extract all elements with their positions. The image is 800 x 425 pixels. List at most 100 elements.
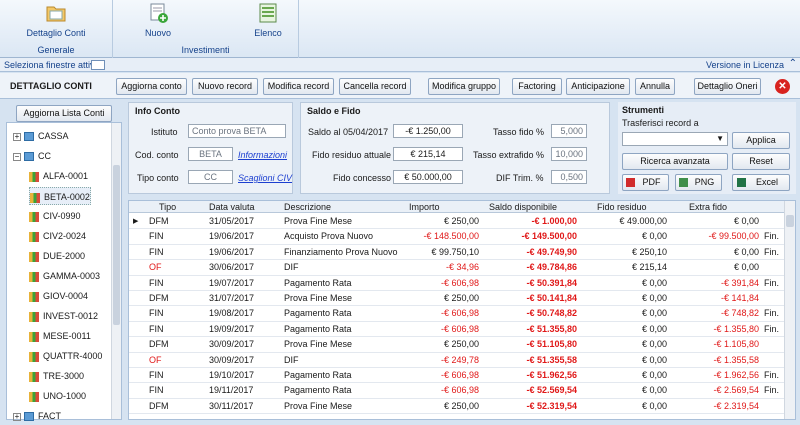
dettaglio-conti-ribbon-button[interactable]: Dettaglio Conti — [4, 2, 108, 38]
table-row[interactable]: FIN 19/06/2017 Acquisto Prova Nuovo -€ 148.… — [129, 229, 785, 245]
table-row[interactable]: FIN 19/08/2017 Pagamento Rata -€ 606,98 -€ 5… — [129, 306, 785, 322]
table-row[interactable]: FIN 19/09/2017 Pagamento Rata -€ 606,98 -€ 5… — [129, 322, 785, 338]
png-export-button[interactable]: PNG — [675, 174, 722, 191]
tree-node[interactable]: QUATTR-4000 — [29, 347, 102, 365]
cancella-record-button[interactable]: Cancella record — [339, 78, 411, 95]
pdf-icon — [626, 178, 635, 187]
tree-node[interactable]: + CASSA — [13, 127, 69, 145]
tree-node-label: ALFA-0001 — [43, 171, 89, 181]
ricerca-avanzata-button[interactable]: Ricerca avanzata — [622, 153, 728, 170]
account-chart-icon — [29, 291, 39, 302]
dettaglio-oneri-button[interactable]: Dettaglio Oneri — [694, 78, 761, 95]
col-extra-fido[interactable]: Extra fido — [689, 201, 727, 213]
account-chart-icon — [29, 391, 39, 402]
table-row[interactable]: DFM 30/09/2017 Prova Fine Mese € 250,00 -€ 5… — [129, 337, 785, 353]
dif-trim-field[interactable]: 0,500 — [551, 170, 587, 184]
nuovo-record-button[interactable]: Nuovo record — [192, 78, 258, 95]
folder-icon — [24, 152, 34, 162]
cod-conto-field[interactable]: BETA — [188, 147, 233, 161]
account-chart-icon — [29, 351, 39, 362]
png-label: PNG — [694, 177, 715, 187]
tree-node-label: UNO-1000 — [43, 391, 87, 401]
tree-node[interactable]: GIOV-0004 — [29, 287, 88, 305]
tree-scroll-thumb[interactable] — [113, 165, 120, 325]
row-selector-icon: ▶ — [133, 218, 139, 225]
expand-icon[interactable]: + — [13, 132, 21, 141]
nuovo-label: Nuovo — [144, 28, 171, 38]
col-saldo-disponibile[interactable]: Saldo disponibile — [489, 201, 557, 213]
tree-node[interactable]: TRE-3000 — [29, 367, 84, 385]
grid-scrollbar[interactable] — [784, 201, 795, 419]
col-descrizione[interactable]: Descrizione — [284, 201, 331, 213]
istituto-field[interactable]: Conto prova BETA — [188, 124, 286, 138]
table-row[interactable]: DFM 30/11/2017 Prova Fine Mese € 250,00 -€ 5… — [129, 399, 785, 415]
aggiorna-lista-conti-button[interactable]: Aggiorna Lista Conti — [16, 105, 112, 122]
window-dropdown-icon[interactable] — [91, 60, 105, 70]
modifica-gruppo-button[interactable]: Modifica gruppo — [428, 78, 500, 95]
cell-fido: € 0,00 — [641, 385, 667, 396]
informazioni-link[interactable]: Informazioni — [238, 150, 287, 160]
expand-icon[interactable]: − — [13, 152, 21, 161]
tree-node[interactable]: CIV2-0024 — [29, 227, 86, 245]
list-icon — [257, 2, 279, 24]
aggiorna-conto-button[interactable]: Aggiorna conto — [116, 78, 187, 95]
col-tipo[interactable]: Tipo — [159, 201, 176, 213]
tree-node[interactable]: DUE-2000 — [29, 247, 85, 265]
cell-tipo: FIN — [149, 231, 164, 242]
cell-data: 19/08/2017 — [209, 308, 255, 319]
tree-node[interactable]: − CC — [13, 147, 51, 165]
collapse-chevron-icon[interactable]: ⌃ — [789, 58, 797, 69]
transfer-select[interactable]: ▼ — [622, 132, 728, 146]
scaglioni-civ-link[interactable]: Scaglioni CIV — [238, 173, 292, 183]
factoring-button[interactable]: Factoring — [512, 78, 562, 95]
cell-saldo: -€ 52.569,54 — [526, 385, 577, 396]
annulla-button[interactable]: Annulla — [635, 78, 675, 95]
table-row[interactable]: OF 30/06/2017 DIF -€ 34,96 -€ 49.784,86 € 215… — [129, 260, 785, 276]
tree-scrollbar[interactable] — [111, 123, 121, 419]
tree-node[interactable]: BETA-0002 — [29, 187, 91, 205]
elenco-ribbon-button[interactable]: Elenco — [243, 2, 293, 38]
cell-data: 30/09/2017 — [209, 354, 255, 365]
tree-node[interactable]: MESE-0011 — [29, 327, 91, 345]
cell-saldo: -€ 52.319,54 — [526, 400, 577, 411]
pdf-export-button[interactable]: PDF — [622, 174, 669, 191]
tipo-conto-field[interactable]: CC — [188, 170, 233, 184]
cell-imp: -€ 606,98 — [440, 323, 479, 334]
excel-export-button[interactable]: Excel — [732, 174, 790, 191]
col-data-valuta[interactable]: Data valuta — [209, 201, 255, 213]
excel-icon — [737, 178, 746, 187]
table-row[interactable]: FIN 19/11/2017 Pagamento Rata -€ 606,98 -€ 5… — [129, 383, 785, 399]
tree-node[interactable]: UNO-1000 — [29, 387, 86, 405]
col-fido-residuo[interactable]: Fido residuo — [597, 201, 647, 213]
close-icon[interactable]: ✕ — [775, 79, 790, 94]
tree-node[interactable]: ALFA-0001 — [29, 167, 88, 185]
table-row[interactable]: FIN 19/06/2017 Finanziamento Prova Nuovo € … — [129, 245, 785, 261]
tree-node[interactable]: GAMMA-0003 — [29, 267, 100, 285]
tree-node[interactable]: + FACT — [13, 407, 61, 425]
expand-icon[interactable]: + — [13, 412, 21, 421]
cell-fido: € 0,00 — [641, 370, 667, 380]
tree-node[interactable]: CIV-0990 — [29, 207, 81, 225]
fido-concesso-value: € 50.000,00 — [393, 170, 463, 184]
reset-button[interactable]: Reset — [732, 153, 790, 170]
tasso-extrafido-field[interactable]: 10,000 — [551, 147, 587, 161]
cell-fin: Fin. — [764, 308, 780, 319]
col-importo[interactable]: Importo — [409, 201, 440, 213]
table-row[interactable]: FIN 19/10/2017 Pagamento Rata -€ 606,98 -€ 5… — [129, 368, 785, 384]
cell-imp: -€ 606,98 — [440, 385, 479, 396]
applica-button[interactable]: Applica — [732, 132, 790, 149]
anticipazione-button[interactable]: Anticipazione — [566, 78, 630, 95]
cell-tipo: DFM — [149, 216, 169, 226]
modifica-record-button[interactable]: Modifica record — [263, 78, 334, 95]
table-row[interactable]: OF 30/09/2017 DIF -€ 249,78 -€ 51.355,58 € 0,… — [129, 353, 785, 368]
tree-node[interactable]: INVEST-0012 — [29, 307, 98, 325]
table-row[interactable]: ▶ DFM 31/05/2017 Prova Fine Mese € 250,00 -€ … — [129, 214, 785, 230]
table-row[interactable]: FIN 19/07/2017 Pagamento Rata -€ 606,98 -€ 5… — [129, 276, 785, 291]
nuovo-ribbon-button[interactable]: Nuovo — [133, 2, 183, 38]
tasso-fido-field[interactable]: 5,000 — [551, 124, 587, 138]
image-icon — [679, 178, 688, 187]
tree-node-label: CIV2-0024 — [43, 231, 87, 241]
grid-scroll-thumb[interactable] — [786, 215, 794, 227]
table-row[interactable]: DFM 31/07/2017 Prova Fine Mese € 250,00 -€ 5… — [129, 291, 785, 307]
cell-extra: -€ 748,82 — [720, 308, 759, 319]
